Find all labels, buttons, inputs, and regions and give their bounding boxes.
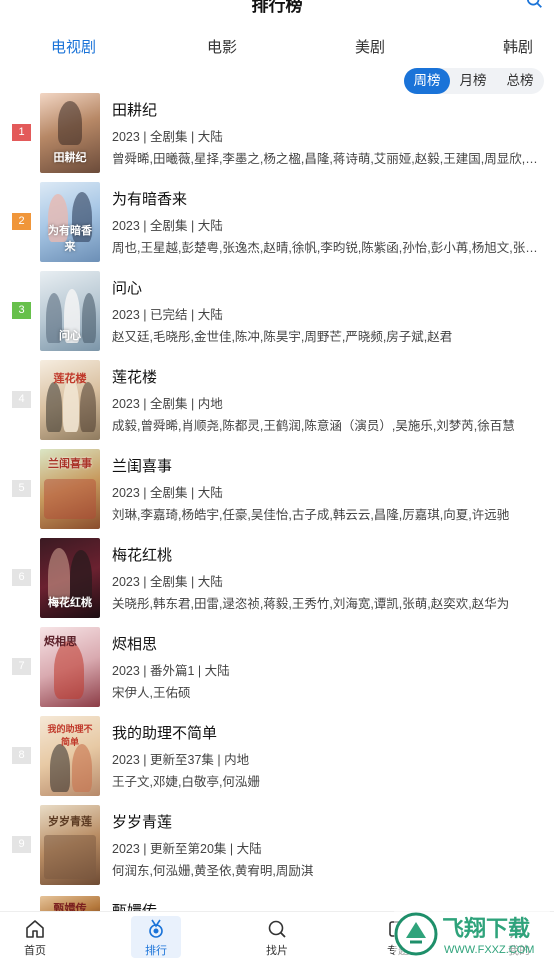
- cast-list: 曾舜晞,田曦薇,星择,李墨之,杨之楹,昌隆,蒋诗萌,艾丽娅,赵毅,王建国,周显欣…: [112, 152, 546, 166]
- page-title: 排行榜: [251, 0, 303, 14]
- rank-medal-icon: [149, 919, 163, 938]
- poster-title: 我的助理不简单: [47, 724, 93, 747]
- rank-badge: 5: [12, 480, 31, 497]
- tab-movie[interactable]: 电影: [207, 36, 237, 57]
- poster-image[interactable]: 莲花楼: [40, 360, 100, 440]
- meta-info: 2023 | 全剧集 | 大陆: [112, 219, 223, 233]
- top-bar: 排行榜: [0, 0, 554, 14]
- list-item[interactable]: 3 问心 问心 2023 | 已完结 | 大陆 赵又廷,毛晓彤,金世佳,陈冲,陈…: [0, 268, 554, 357]
- watermark-logo: 飞翔下载 WWW.FXXZ.COM: [394, 908, 550, 960]
- poster-title: 梅花红桃: [48, 597, 92, 609]
- title[interactable]: 烬相思: [112, 633, 157, 654]
- tab-korean-series[interactable]: 韩剧: [503, 36, 533, 57]
- search-icon: [268, 920, 286, 938]
- rank-badge: 2: [12, 213, 31, 230]
- meta-info: 2023 | 全剧集 | 大陆: [112, 130, 223, 144]
- poster-title: 岁岁青莲: [48, 816, 92, 828]
- meta-info: 2023 | 全剧集 | 大陆: [112, 575, 223, 589]
- list-item[interactable]: 7 烬相思 烬相思 2023 | 番外篇1 | 大陆 宋伊人,王佑硕: [0, 624, 554, 713]
- home-icon: [26, 920, 44, 938]
- poster-title: 兰闺喜事: [48, 458, 92, 470]
- cast-list: 刘琳,李嘉琦,杨皓宇,任豪,吴佳怡,古子成,韩云云,昌隆,厉嘉琪,向夏,许远驰: [112, 508, 510, 522]
- list-item[interactable]: 8 我的助理不简单 我的助理不简单 2023 | 更新至37集 | 内地 王子文…: [0, 713, 554, 802]
- poster-image[interactable]: 岁岁青莲: [40, 805, 100, 885]
- meta-info: 2023 | 更新至37集 | 内地: [112, 753, 250, 767]
- meta-info: 2023 | 全剧集 | 内地: [112, 397, 223, 411]
- watermark-brand: 飞翔下载: [442, 916, 530, 941]
- cast-list: 周也,王星越,彭楚粤,张逸杰,赵晴,徐帆,李昀锐,陈紫函,孙怡,彭小苒,杨旭文,…: [112, 241, 546, 255]
- rank-badge: 4: [12, 391, 31, 408]
- title[interactable]: 莲花楼: [112, 366, 157, 387]
- nav-home-label: 首页: [24, 945, 46, 957]
- list-item[interactable]: 1 田耕纪 田耕纪 2023 | 全剧集 | 大陆 曾舜晞,田曦薇,星择,李墨之…: [0, 90, 554, 179]
- poster-title: 问心: [59, 330, 81, 342]
- list-item[interactable]: 4 莲花楼 莲花楼 2023 | 全剧集 | 内地 成毅,曾舜晞,肖顺尧,陈都灵…: [0, 357, 554, 446]
- poster-title: 烬相思: [44, 636, 77, 648]
- rank-badge: 9: [12, 836, 31, 853]
- poster-image[interactable]: 为有暗香来: [40, 182, 100, 262]
- title[interactable]: 岁岁青莲: [112, 811, 172, 832]
- watermark-url: WWW.FXXZ.COM: [444, 944, 534, 956]
- list-item[interactable]: 6 梅花红桃 梅花红桃 2023 | 全剧集 | 大陆 关晓彤,韩东君,田雷,逯…: [0, 535, 554, 624]
- poster-image[interactable]: 我的助理不简单: [40, 716, 100, 796]
- rank-badge: 1: [12, 124, 31, 141]
- title[interactable]: 梅花红桃: [112, 544, 172, 565]
- poster-title: 为有暗香来: [48, 225, 92, 253]
- cast-list: 赵又廷,毛晓彤,金世佳,陈冲,陈昊宇,周野芒,严晓频,房子斌,赵君: [112, 330, 453, 344]
- poster-image[interactable]: 烬相思: [40, 627, 100, 707]
- poster-title: 田耕纪: [53, 152, 87, 164]
- cast-list: 王子文,邓婕,白敬亭,何泓姗: [112, 775, 260, 789]
- rank-badge: 8: [12, 747, 31, 764]
- cast-list: 宋伊人,王佑硕: [112, 686, 191, 700]
- meta-info: 2023 | 已完结 | 大陆: [112, 308, 223, 322]
- meta-info: 2023 | 番外篇1 | 大陆: [112, 664, 230, 678]
- nav-rank-label: 排行: [145, 945, 167, 957]
- cast-list: 何润东,何泓姗,黄圣依,黄宥明,周励淇: [112, 864, 314, 878]
- cast-list: 关晓彤,韩东君,田雷,逯恣祯,蒋毅,王秀竹,刘海宽,谭凯,张萌,赵奕欢,赵华为: [112, 597, 510, 611]
- rank-badge: 3: [12, 302, 31, 319]
- title[interactable]: 田耕纪: [112, 99, 157, 120]
- rank-badge: 7: [12, 658, 31, 675]
- nav-find-label: 找片: [266, 945, 288, 957]
- poster-image[interactable]: 问心: [40, 271, 100, 351]
- meta-info: 2023 | 更新至第20集 | 大陆: [112, 842, 262, 856]
- title[interactable]: 兰闺喜事: [112, 455, 172, 476]
- poster-image[interactable]: 兰闺喜事: [40, 449, 100, 529]
- list-item[interactable]: 2 为有暗香来 为有暗香来 2023 | 全剧集 | 大陆 周也,王星越,彭楚粤…: [0, 179, 554, 268]
- poster-title: 莲花楼: [53, 373, 87, 385]
- title[interactable]: 问心: [112, 277, 142, 298]
- ranking-page: 排行榜 电视剧 电影 美剧 韩剧 周榜 月榜 总榜 1 田耕纪 田耕纪 2023…: [0, 0, 554, 966]
- nav-rank[interactable]: 排行: [131, 916, 181, 958]
- tab-us-series[interactable]: 美剧: [355, 36, 385, 57]
- search-icon[interactable]: [526, 0, 544, 10]
- poster-image[interactable]: 田耕纪: [40, 93, 100, 173]
- tab-tv-series[interactable]: 电视剧: [51, 36, 96, 57]
- poster-image[interactable]: 梅花红桃: [40, 538, 100, 618]
- rank-badge: 6: [12, 569, 31, 586]
- watermark: 飞翔下载 WWW.FXXZ.COM: [394, 908, 550, 960]
- nav-home[interactable]: 首页: [10, 918, 60, 958]
- category-tabs: 电视剧 电影 美剧 韩剧: [0, 30, 554, 64]
- cast-list: 成毅,曾舜晞,肖顺尧,陈都灵,王鹤润,陈意涵（演员）,吴施乐,刘梦芮,徐百慧: [112, 419, 515, 433]
- meta-info: 2023 | 全剧集 | 大陆: [112, 486, 223, 500]
- title[interactable]: 为有暗香来: [112, 188, 187, 209]
- list-item[interactable]: 5 兰闺喜事 兰闺喜事 2023 | 全剧集 | 大陆 刘琳,李嘉琦,杨皓宇,任…: [0, 446, 554, 535]
- list-item[interactable]: 9 岁岁青莲 岁岁青莲 2023 | 更新至第20集 | 大陆 何润东,何泓姗,…: [0, 802, 554, 891]
- title[interactable]: 我的助理不简单: [112, 722, 217, 743]
- nav-find[interactable]: 找片: [252, 918, 302, 958]
